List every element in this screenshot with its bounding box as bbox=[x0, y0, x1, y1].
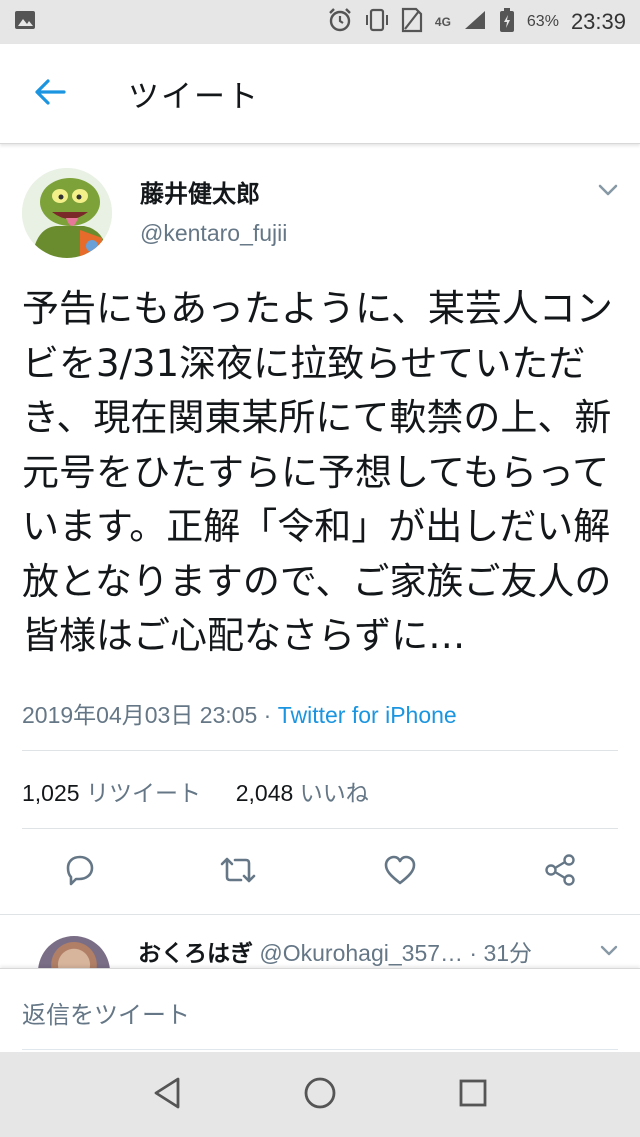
no-sim-icon bbox=[401, 7, 423, 37]
circle-home-icon bbox=[302, 1075, 338, 1115]
tweet-actions bbox=[0, 846, 640, 898]
meta-separator: · bbox=[257, 702, 278, 728]
retweet-button[interactable] bbox=[218, 852, 258, 892]
nav-recents-button[interactable] bbox=[443, 1065, 503, 1125]
clock: 23:39 bbox=[570, 9, 626, 34]
tweet-stats: 1,025 リツイート 2,048 いいね bbox=[22, 774, 369, 808]
back-button[interactable] bbox=[20, 64, 80, 124]
battery-icon bbox=[499, 7, 515, 37]
divider bbox=[22, 828, 618, 829]
nav-back-button[interactable] bbox=[137, 1065, 197, 1125]
reply-compose-bar: 返信をツイート bbox=[0, 968, 640, 1052]
chevron-down-icon bbox=[596, 945, 622, 968]
retweet-count[interactable]: 1,025 bbox=[22, 780, 80, 806]
reply-avatar[interactable] bbox=[38, 936, 110, 968]
input-underline bbox=[22, 1049, 618, 1050]
divider bbox=[22, 750, 618, 751]
like-button[interactable] bbox=[380, 852, 420, 892]
author-handle[interactable]: @kentaro_fujii bbox=[140, 220, 287, 247]
gallery-notification-icon bbox=[14, 10, 36, 34]
page-title: ツイート bbox=[128, 79, 260, 115]
divider bbox=[0, 914, 640, 915]
arrow-left-icon bbox=[34, 78, 66, 110]
square-recents-icon bbox=[456, 1076, 490, 1114]
chevron-down-icon bbox=[594, 184, 622, 208]
reply-button[interactable] bbox=[60, 852, 100, 892]
tweet-timestamp: 2019年04月03日 23:05 bbox=[22, 702, 258, 728]
tweet-meta: 2019年04月03日 23:05 · Twitter for iPhone bbox=[22, 696, 457, 730]
like-label[interactable]: いいね bbox=[300, 780, 369, 806]
retweet-label[interactable]: リツイート bbox=[86, 780, 201, 806]
reply-time: · 31分 bbox=[463, 940, 533, 966]
tweet-menu-button[interactable] bbox=[594, 176, 622, 204]
vibrate-icon bbox=[365, 7, 389, 37]
reply-icon bbox=[62, 853, 98, 891]
tweet-text: 予告にもあったように、某芸人コンビを3/31深夜に拉致らせていただき、現在関東某… bbox=[22, 287, 613, 657]
reply-header: おくろはぎ @Okurohagi_357… · 31分 bbox=[138, 934, 532, 968]
nav-home-button[interactable] bbox=[290, 1065, 350, 1125]
reply-author-name[interactable]: おくろはぎ bbox=[138, 941, 253, 967]
tweet-detail: 藤井健太郎 @kentaro_fujii 予告にもあったように、某芸人コンビを3… bbox=[0, 146, 640, 915]
status-bar: 4G 63% 23:39 bbox=[0, 0, 640, 44]
triangle-back-icon bbox=[150, 1075, 184, 1115]
like-count[interactable]: 2,048 bbox=[236, 780, 294, 806]
network-type: 4G bbox=[434, 15, 451, 29]
system-nav-bar bbox=[0, 1052, 640, 1137]
reply-item[interactable]: おくろはぎ @Okurohagi_357… · 31分 bbox=[0, 920, 640, 968]
reply-author-handle[interactable]: @Okurohagi_357… bbox=[259, 940, 463, 966]
reply-input[interactable]: 返信をツイート bbox=[22, 995, 190, 1030]
battery-percent: 63% bbox=[526, 13, 559, 30]
author-display-name[interactable]: 藤井健太郎 bbox=[140, 174, 260, 209]
share-icon bbox=[542, 853, 578, 891]
heart-icon bbox=[382, 853, 418, 891]
tweet-source-link[interactable]: Twitter for iPhone bbox=[278, 702, 457, 728]
app-header: ツイート bbox=[0, 44, 640, 144]
share-button[interactable] bbox=[540, 852, 580, 892]
reply-menu-button[interactable] bbox=[596, 938, 622, 964]
signal-icon bbox=[463, 9, 487, 35]
alarm-icon bbox=[327, 7, 353, 37]
tweet-author: 藤井健太郎 @kentaro_fujii bbox=[0, 146, 640, 266]
avatar[interactable] bbox=[22, 168, 112, 258]
retweet-icon bbox=[218, 853, 258, 891]
